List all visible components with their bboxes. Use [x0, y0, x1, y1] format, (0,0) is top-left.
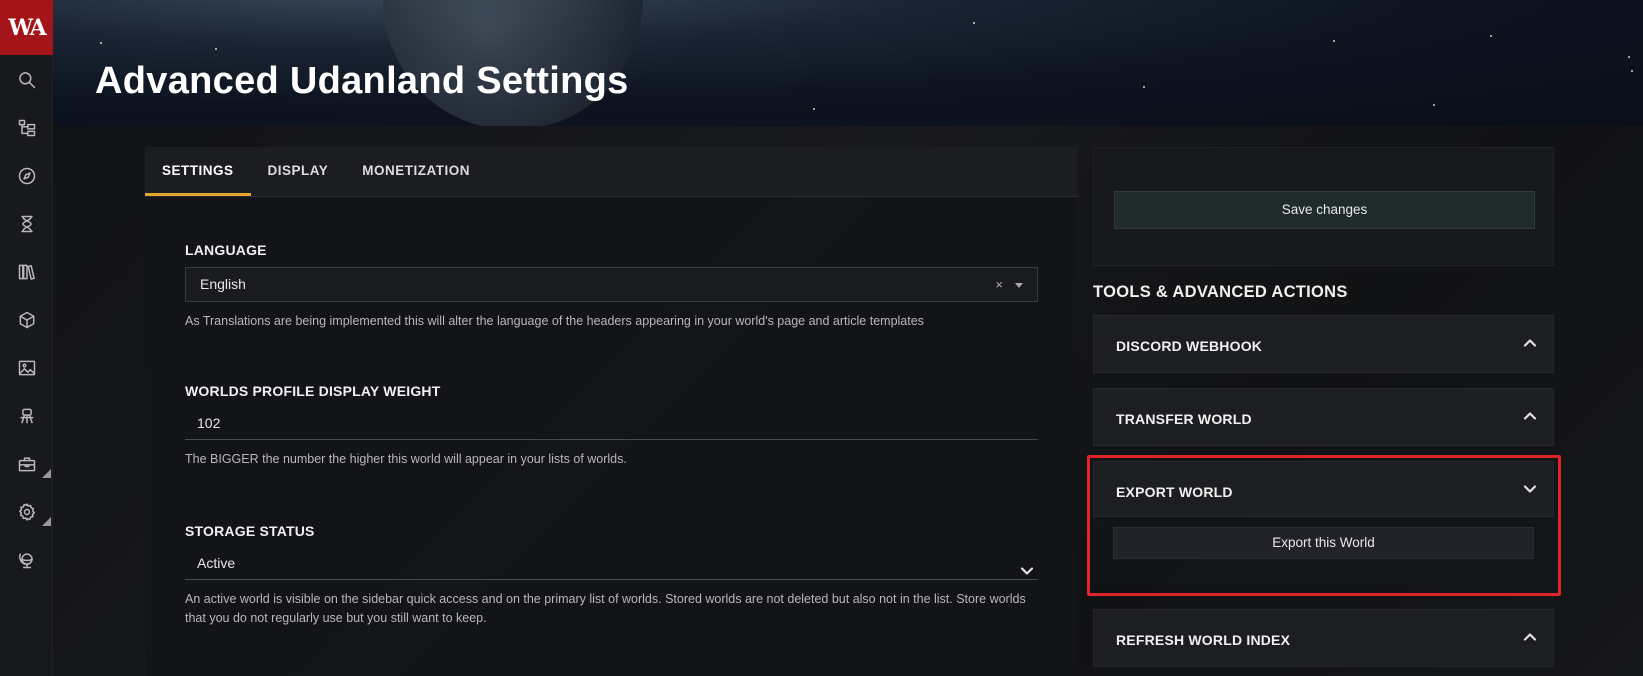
page-title: Advanced Udanland Settings: [95, 60, 629, 102]
save-card: Save changes: [1093, 147, 1554, 266]
hourglass-icon[interactable]: [0, 202, 53, 246]
expand-caret-icon[interactable]: [42, 517, 51, 526]
storage-status-field: STORAGE STATUS Active An active world is…: [185, 523, 1038, 628]
sidebar: WA: [0, 0, 53, 676]
tree-structure-icon[interactable]: [0, 106, 53, 150]
display-weight-label: WORLDS PROFILE DISPLAY WEIGHT: [185, 383, 441, 399]
chevron-up-icon[interactable]: [1523, 630, 1537, 644]
save-changes-button[interactable]: Save changes: [1114, 191, 1535, 229]
search-icon[interactable]: [0, 58, 53, 102]
robot-icon[interactable]: [0, 394, 53, 438]
settings-panel: SETTINGS DISPLAY MONETIZATION LANGUAGE E…: [145, 147, 1078, 676]
storage-status-label: STORAGE STATUS: [185, 523, 315, 539]
globe-icon[interactable]: [0, 538, 53, 582]
books-icon[interactable]: [0, 250, 53, 294]
right-column: Save changes TOOLS & ADVANCED ACTIONS DI…: [1093, 147, 1554, 667]
display-weight-input[interactable]: 102: [185, 407, 1038, 440]
accordion-label: REFRESH WORLD INDEX: [1116, 632, 1291, 648]
tools-title: TOOLS & ADVANCED ACTIONS: [1093, 283, 1348, 301]
logo-text: WA: [8, 14, 46, 41]
chevron-up-icon[interactable]: [1523, 409, 1537, 423]
export-world-body: Export this World: [1093, 517, 1554, 585]
display-weight-field: WORLDS PROFILE DISPLAY WEIGHT 102 The BI…: [185, 383, 1038, 469]
language-help: As Translations are being implemented th…: [185, 314, 924, 328]
dropdown-arrow-icon[interactable]: [1015, 283, 1023, 288]
clear-icon[interactable]: ×: [995, 268, 1003, 301]
toolbox-icon[interactable]: [0, 442, 53, 486]
accordion-label: DISCORD WEBHOOK: [1116, 338, 1263, 354]
chevron-up-icon[interactable]: [1523, 336, 1537, 350]
header-banner: Advanced Udanland Settings: [53, 0, 1643, 126]
accordion-refresh-world-index[interactable]: REFRESH WORLD INDEX: [1093, 609, 1554, 667]
tab-settings[interactable]: SETTINGS: [145, 147, 251, 196]
accordion-transfer-world[interactable]: TRANSFER WORLD: [1093, 388, 1554, 446]
accordion-label: EXPORT WORLD: [1116, 484, 1233, 500]
storage-status-value: Active: [197, 555, 236, 571]
accordion-export-world[interactable]: EXPORT WORLD: [1093, 461, 1554, 517]
tab-display[interactable]: DISPLAY: [251, 147, 346, 196]
app-logo[interactable]: WA: [0, 0, 53, 55]
compass-icon[interactable]: [0, 154, 53, 198]
display-weight-help: The BIGGER the number the higher this wo…: [185, 452, 627, 466]
language-label: LANGUAGE: [185, 242, 267, 258]
language-field: LANGUAGE English × As Translations are b…: [185, 242, 1038, 331]
display-weight-value: 102: [197, 415, 221, 431]
image-icon[interactable]: [0, 346, 53, 390]
expand-caret-icon[interactable]: [42, 469, 51, 478]
language-value: English: [200, 276, 246, 292]
storage-status-help: An active world is visible on the sideba…: [185, 592, 1026, 625]
cube-icon[interactable]: [0, 298, 53, 342]
chevron-down-icon[interactable]: [1523, 482, 1537, 496]
chevron-down-icon[interactable]: [1020, 557, 1034, 575]
accordion-discord-webhook[interactable]: DISCORD WEBHOOK: [1093, 315, 1554, 373]
language-select[interactable]: English ×: [185, 267, 1038, 302]
tab-monetization[interactable]: MONETIZATION: [345, 147, 487, 196]
accordion-label: TRANSFER WORLD: [1116, 411, 1252, 427]
gear-icon[interactable]: [0, 490, 53, 534]
tab-bar: SETTINGS DISPLAY MONETIZATION: [145, 147, 1078, 197]
storage-status-select[interactable]: Active: [185, 547, 1038, 580]
export-world-button[interactable]: Export this World: [1113, 527, 1534, 559]
